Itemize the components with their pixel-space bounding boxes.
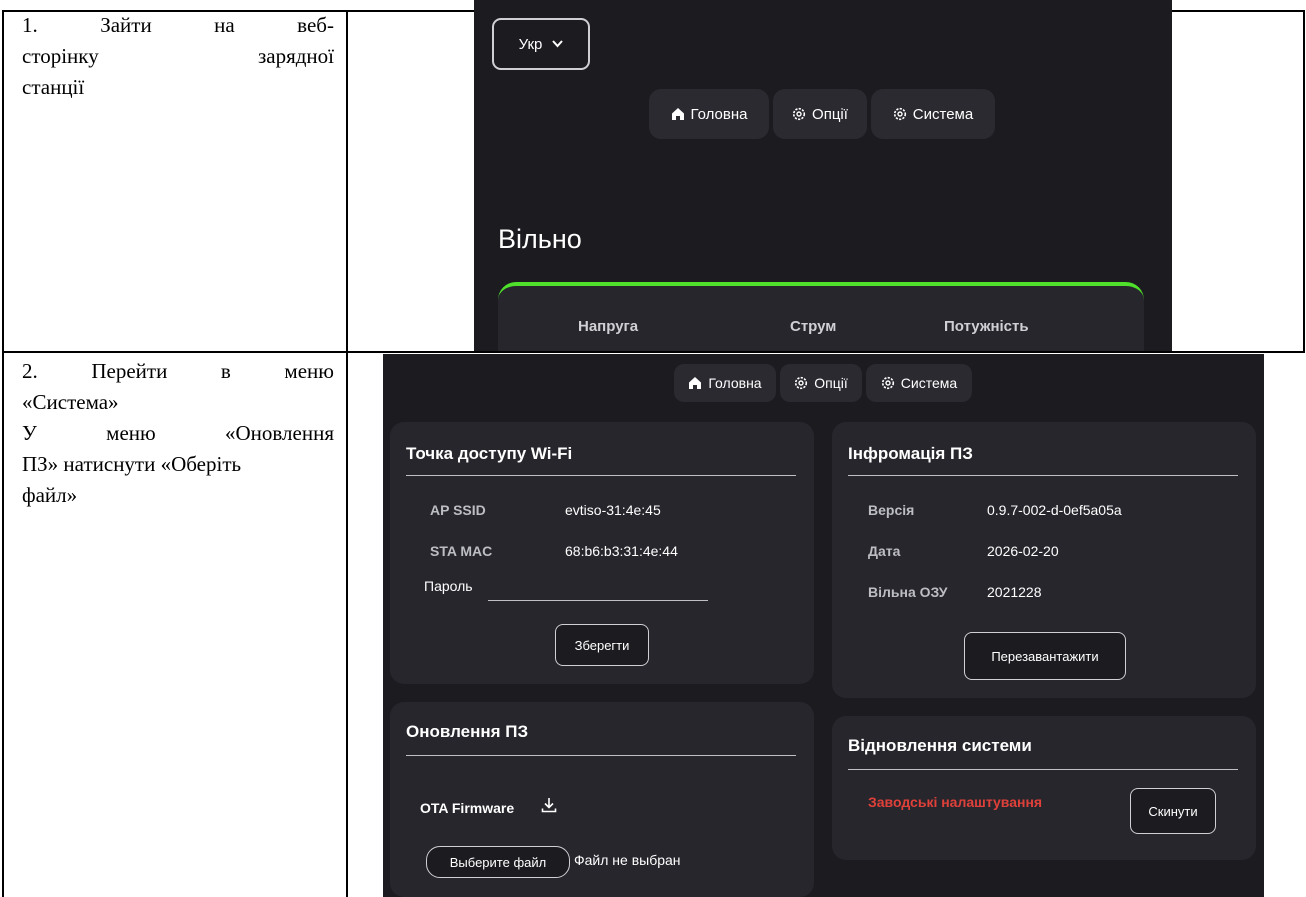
table-middle-border: [346, 10, 348, 897]
step-1-word: сторінку: [22, 44, 99, 68]
firmware-update-card: Оновлення ПЗ OTA Firmware Выберите файл …: [390, 702, 814, 897]
table-row-divider: [2, 351, 1305, 353]
nav-home-label: Головна: [690, 105, 748, 123]
gear-icon: [893, 107, 906, 121]
nav-system[interactable]: Система: [866, 364, 972, 402]
date-value: 2026-02-20: [987, 543, 1059, 559]
status-title: Вільно: [498, 224, 582, 254]
step-2-word: файл»: [22, 483, 78, 507]
step-2-word: 2.: [22, 359, 38, 383]
wifi-card-title: Точка доступу Wi-Fi: [406, 444, 573, 463]
free-ram-label: Вільна ОЗУ: [868, 584, 948, 600]
step-2-word: «Система»: [22, 390, 119, 414]
choose-file-button[interactable]: Выберите файл: [426, 846, 570, 878]
nav-system-label: Система: [900, 375, 958, 391]
divider: [848, 475, 1238, 476]
ap-ssid-value: evtiso-31:4e:45: [565, 502, 661, 518]
download-icon[interactable]: [540, 796, 558, 814]
step-1-word: веб-: [297, 13, 334, 37]
nav-home[interactable]: Головна: [649, 89, 769, 139]
sta-mac-label: STA MAC: [430, 543, 493, 559]
status-card: Напруга Струм Потужність: [498, 282, 1144, 351]
firmware-info-title: Інфромація ПЗ: [848, 444, 973, 463]
factory-reset-label: Заводські налаштування: [868, 794, 1043, 810]
metric-voltage-label: Напруга: [578, 318, 639, 335]
nav-home-label: Головна: [708, 375, 762, 391]
ota-firmware-label: OTA Firmware: [420, 800, 515, 816]
version-label: Версія: [868, 502, 915, 518]
step-2-word: в: [220, 359, 231, 383]
nav-options[interactable]: Опції: [773, 89, 867, 139]
metric-current-label: Струм: [790, 318, 837, 335]
gear-icon: [792, 107, 806, 121]
system-restore-card: Відновлення системи Заводські налаштуван…: [832, 716, 1256, 860]
step-1-word: на: [214, 13, 235, 37]
firmware-update-title: Оновлення ПЗ: [406, 722, 529, 741]
firmware-info-card: Інфромація ПЗ Версія 0.9.7-002-d-0ef5a05…: [832, 422, 1256, 698]
home-icon: [689, 377, 702, 389]
step-2-text: 2. Перейти в меню «Система» У меню «Онов…: [22, 356, 334, 511]
nav-options-label: Опції: [812, 105, 848, 123]
step-2-word: У: [22, 421, 37, 445]
free-ram-value: 2021228: [987, 584, 1042, 600]
reboot-button[interactable]: Перезавантажити: [964, 632, 1126, 680]
home-icon: [671, 108, 684, 120]
password-label: Пароль: [424, 578, 473, 594]
nav-options-label: Опції: [814, 375, 848, 391]
nav-system[interactable]: Система: [871, 89, 995, 139]
nav-options[interactable]: Опції: [780, 364, 862, 402]
screenshot-main-page: Укр Головна Опції Система Вільно Напруга…: [474, 0, 1172, 351]
save-button[interactable]: Зберегти: [555, 624, 649, 666]
nav-system-label: Система: [912, 105, 974, 123]
language-select[interactable]: Укр: [492, 18, 590, 70]
ap-ssid-label: AP SSID: [430, 502, 486, 518]
table-right-border: [1303, 10, 1305, 353]
step-2-word: меню: [106, 421, 156, 445]
nav-home[interactable]: Головна: [674, 364, 776, 402]
step-2-word: меню: [284, 359, 334, 383]
gear-icon: [881, 376, 894, 390]
screenshot-system-page: Головна Опції Система Точка доступу Wi-F…: [383, 354, 1264, 897]
step-1-word: 1.: [22, 13, 38, 37]
no-file-selected-text: Файл не выбран: [574, 852, 681, 868]
step-1-word: Зайти: [100, 13, 152, 37]
divider: [406, 755, 796, 756]
step-2-word: Перейти: [91, 359, 168, 383]
step-2-word: ПЗ» натиснути «Оберіть: [22, 452, 242, 476]
sta-mac-value: 68:b6:b3:31:4e:44: [565, 543, 678, 559]
language-select-value: Укр: [518, 35, 543, 53]
reset-button[interactable]: Скинути: [1130, 788, 1216, 834]
password-input[interactable]: [488, 600, 708, 601]
date-label: Дата: [868, 543, 901, 559]
table-left-border: [2, 10, 4, 897]
wifi-card: Точка доступу Wi-Fi AP SSID evtiso-31:4e…: [390, 422, 814, 684]
step-1-word: зарядної: [257, 44, 334, 68]
divider: [406, 475, 796, 476]
gear-icon: [795, 376, 808, 390]
version-value: 0.9.7-002-d-0ef5a05a: [987, 502, 1122, 518]
chevron-down-icon: [552, 40, 564, 48]
step-1-text: 1. Зайти на веб- сторінку зарядної станц…: [22, 10, 334, 103]
system-restore-title: Відновлення системи: [848, 736, 1032, 755]
step-2-word: «Оновлення: [225, 421, 334, 445]
divider: [848, 769, 1238, 770]
metric-power-label: Потужність: [944, 318, 1029, 335]
step-1-word: станції: [22, 75, 85, 99]
